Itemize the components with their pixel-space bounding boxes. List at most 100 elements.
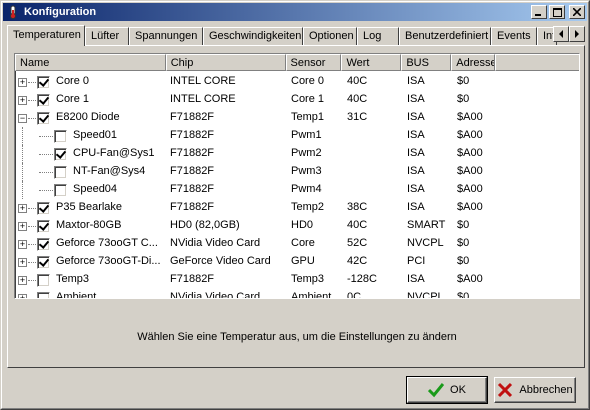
sensor-checkbox[interactable] <box>37 94 50 107</box>
tree-row[interactable]: Speed04 F71882F Pwm4 ISA $A00 <box>15 181 575 199</box>
sensor-checkbox[interactable] <box>37 256 50 269</box>
cancel-x-icon <box>497 382 513 398</box>
expand-icon[interactable]: + <box>18 240 27 249</box>
cell-name: Geforce 73ooGT-Di... <box>56 255 161 267</box>
column-bus[interactable]: BUS <box>401 54 452 71</box>
cell-name: CPU-Fan@Sys1 <box>73 147 155 159</box>
sensor-checkbox[interactable] <box>37 274 50 287</box>
ok-label: OK <box>450 384 466 396</box>
cell-adresse: $0 <box>457 255 470 267</box>
tree-row[interactable]: + Geforce 73ooGT C... NVidia Video Card Cor… <box>15 235 575 253</box>
column-sensor[interactable]: Sensor <box>285 54 342 71</box>
sensor-tree-list[interactable]: Name Chip Sensor Wert BUS Adresse + Core … <box>14 53 580 299</box>
cell-sensor: Temp2 <box>291 201 325 213</box>
expand-icon[interactable]: + <box>18 78 27 87</box>
collapse-icon[interactable]: − <box>18 114 27 123</box>
cell-bus: PCI <box>407 255 426 267</box>
tree-row[interactable]: + Core 0 INTEL CORE Core 0 40C ISA $0 <box>15 73 575 91</box>
column-chip[interactable]: Chip <box>165 54 286 71</box>
tree-row[interactable]: + P35 Bearlake F71882F Temp2 38C ISA $A00 <box>15 199 575 217</box>
expand-icon[interactable]: + <box>18 96 27 105</box>
cell-adresse: $A00 <box>457 201 483 213</box>
cell-adresse: $A00 <box>457 147 483 159</box>
app-icon <box>6 5 20 19</box>
tree-row[interactable]: CPU-Fan@Sys1 F71882F Pwm2 ISA $A00 <box>15 145 575 163</box>
expand-icon[interactable]: + <box>18 204 27 213</box>
minimize-button[interactable] <box>531 5 547 19</box>
tree-row[interactable]: + Maxtor-80GB HD0 (82,0GB) HD0 40C SMART $0 <box>15 217 575 235</box>
cell-wert: 40C <box>347 75 368 87</box>
column-adresse[interactable]: Adresse <box>451 54 496 71</box>
expand-icon[interactable]: + <box>18 222 27 231</box>
cell-wert: 40C <box>347 219 368 231</box>
sensor-checkbox[interactable] <box>54 130 67 143</box>
sensor-checkbox[interactable] <box>37 76 50 89</box>
ok-button[interactable]: OK <box>406 376 488 404</box>
tree-connector <box>39 136 55 137</box>
cell-chip: NVidia Video Card <box>170 237 261 249</box>
sensor-checkbox[interactable] <box>54 166 67 179</box>
tree-connector <box>22 127 23 145</box>
tab-luefter[interactable]: Lüfter <box>85 27 129 45</box>
cell-adresse: $A00 <box>457 273 483 285</box>
tab-log[interactable]: Log <box>357 27 399 45</box>
expand-icon[interactable]: + <box>18 294 27 298</box>
cancel-button[interactable]: Abbrechen <box>494 377 576 403</box>
cell-name: E8200 Diode <box>56 111 120 123</box>
tab-benutzerdefiniert[interactable]: Benutzerdefiniert <box>399 27 491 45</box>
sensor-checkbox[interactable] <box>37 202 50 215</box>
sensor-checkbox[interactable] <box>37 112 50 125</box>
cell-name: Temp3 <box>56 273 90 285</box>
cell-adresse: $A00 <box>457 129 483 141</box>
tree-row[interactable]: + Temp3 F71882F Temp3 -128C ISA $A00 <box>15 271 575 289</box>
tab-events[interactable]: Events <box>491 27 537 45</box>
cell-sensor: Core 0 <box>291 75 325 87</box>
sensor-checkbox[interactable] <box>54 148 67 161</box>
tab-geschwindigkeiten[interactable]: Geschwindigkeiten <box>203 27 303 45</box>
cell-chip: GeForce Video Card <box>170 255 271 267</box>
tab-scroll-left-icon[interactable] <box>553 26 569 42</box>
tree-connector <box>39 172 55 173</box>
cell-sensor: Temp3 <box>291 273 325 285</box>
expand-icon[interactable]: + <box>18 258 27 267</box>
cell-adresse: $0 <box>457 237 470 249</box>
cell-name: Core 0 <box>56 75 90 87</box>
tree-row[interactable]: − E8200 Diode F71882F Temp1 31C ISA $A00 <box>15 109 575 127</box>
cell-bus: SMART <box>407 219 446 231</box>
tab-optionen[interactable]: Optionen <box>303 27 357 45</box>
sensor-checkbox[interactable] <box>37 238 50 251</box>
tab-spannungen[interactable]: Spannungen <box>129 27 203 45</box>
hint-text: Wählen Sie eine Temperatur aus, um die E… <box>137 331 457 343</box>
column-filler <box>495 54 579 71</box>
cell-adresse: $0 <box>457 75 470 87</box>
tab-strip: Temperaturen Lüfter Spannungen Geschwind… <box>7 25 587 46</box>
cell-sensor: HD0 <box>291 219 314 231</box>
tree-row[interactable]: + Core 1 INTEL CORE Core 1 40C ISA $0 <box>15 91 575 109</box>
sensor-checkbox[interactable] <box>54 184 67 197</box>
tree-connector <box>22 163 23 181</box>
tree-row[interactable]: + Ambient NVidia Video Card Ambient 0C NVCPL $… <box>15 289 575 298</box>
tab-panel-temperaturen: Name Chip Sensor Wert BUS Adresse + Core … <box>7 45 585 368</box>
tree-row[interactable]: + Geforce 73ooGT-Di... GeForce Video Card G… <box>15 253 575 271</box>
tab-temperaturen[interactable]: Temperaturen <box>7 25 85 46</box>
sensor-checkbox[interactable] <box>37 220 50 233</box>
tree-row[interactable]: NT-Fan@Sys4 F71882F Pwm3 ISA $A00 <box>15 163 575 181</box>
cell-bus: ISA <box>407 111 425 123</box>
column-name[interactable]: Name <box>15 54 166 71</box>
expand-icon[interactable]: + <box>18 276 27 285</box>
tab-scroll-right-icon[interactable] <box>569 26 585 42</box>
cell-chip: F71882F <box>170 201 215 213</box>
cell-chip: F71882F <box>170 111 215 123</box>
maximize-button[interactable] <box>549 5 565 19</box>
cell-bus: ISA <box>407 183 425 195</box>
tree-row[interactable]: Speed01 F71882F Pwm1 ISA $A00 <box>15 127 575 145</box>
cell-name: Maxtor-80GB <box>56 219 122 231</box>
cell-bus: ISA <box>407 165 425 177</box>
cell-sensor: Core <box>291 237 315 249</box>
column-wert[interactable]: Wert <box>341 54 402 71</box>
title-bar[interactable]: Konfiguration <box>3 3 587 21</box>
close-button[interactable] <box>569 5 585 19</box>
cell-chip: HD0 (82,0GB) <box>170 219 240 231</box>
sensor-checkbox[interactable] <box>37 292 50 298</box>
cell-sensor: Temp1 <box>291 111 325 123</box>
